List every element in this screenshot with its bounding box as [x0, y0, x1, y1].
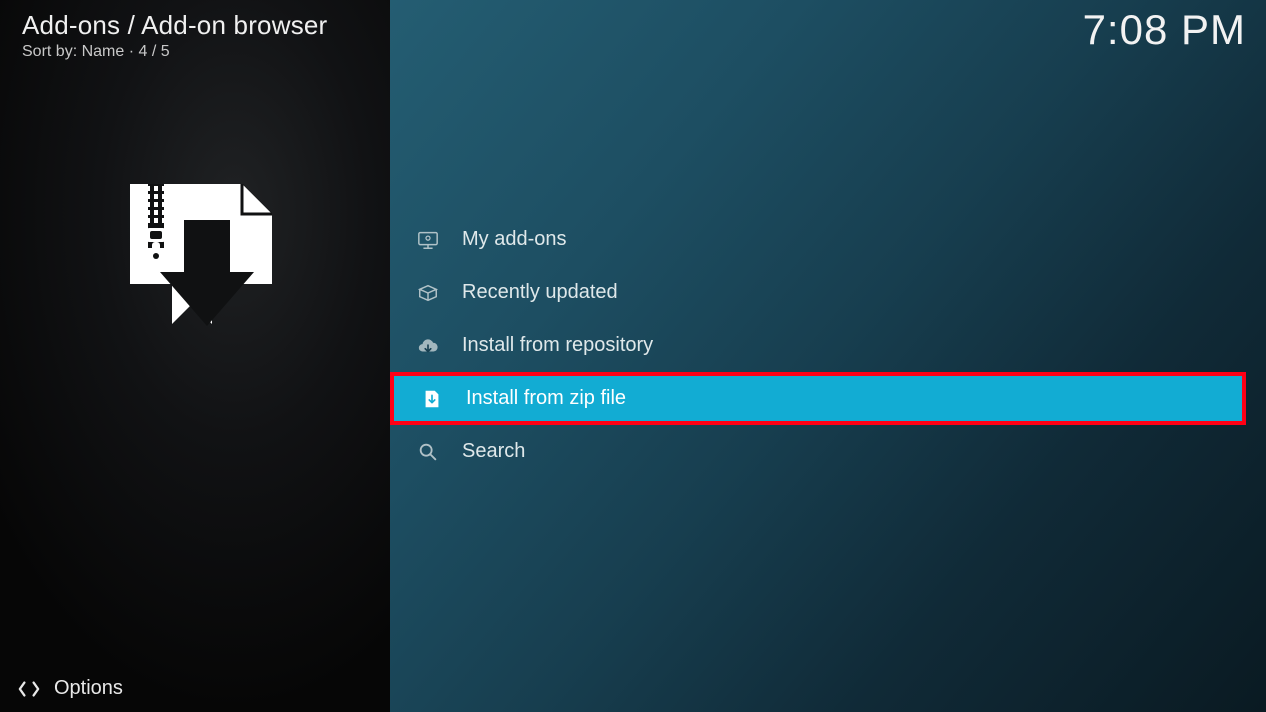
sidebar: Add-ons / Add-on browser Sort by: Name ·…: [0, 0, 390, 712]
menu-item-install-from-repository[interactable]: Install from repository: [390, 319, 1246, 372]
monitor-icon: [416, 228, 440, 252]
addon-menu: My add-ons Recently updated Install from…: [390, 213, 1246, 478]
zip-file-icon: [420, 387, 444, 411]
menu-item-install-from-zip-file[interactable]: Install from zip file: [390, 372, 1246, 425]
content-pane: 7:08 PM My add-ons Recently updated: [390, 0, 1266, 712]
menu-item-recently-updated[interactable]: Recently updated: [390, 266, 1246, 319]
menu-label: Install from zip file: [466, 387, 626, 410]
menu-item-my-addons[interactable]: My add-ons: [390, 213, 1246, 266]
clock: 7:08 PM: [1083, 6, 1246, 54]
open-box-icon: [416, 281, 440, 305]
menu-label: Search: [462, 440, 525, 463]
menu-label: Install from repository: [462, 334, 653, 357]
zip-install-icon: [112, 176, 282, 346]
menu-label: Recently updated: [462, 281, 618, 304]
options-button[interactable]: Options: [18, 677, 123, 700]
cloud-download-icon: [416, 334, 440, 358]
search-icon: [416, 440, 440, 464]
menu-item-search[interactable]: Search: [390, 425, 1246, 478]
menu-label: My add-ons: [462, 228, 567, 251]
options-label: Options: [54, 677, 123, 700]
options-arrows-icon: [18, 678, 40, 700]
sort-indicator: Sort by: Name · 4 / 5: [22, 43, 368, 61]
breadcrumb: Add-ons / Add-on browser: [22, 10, 368, 41]
